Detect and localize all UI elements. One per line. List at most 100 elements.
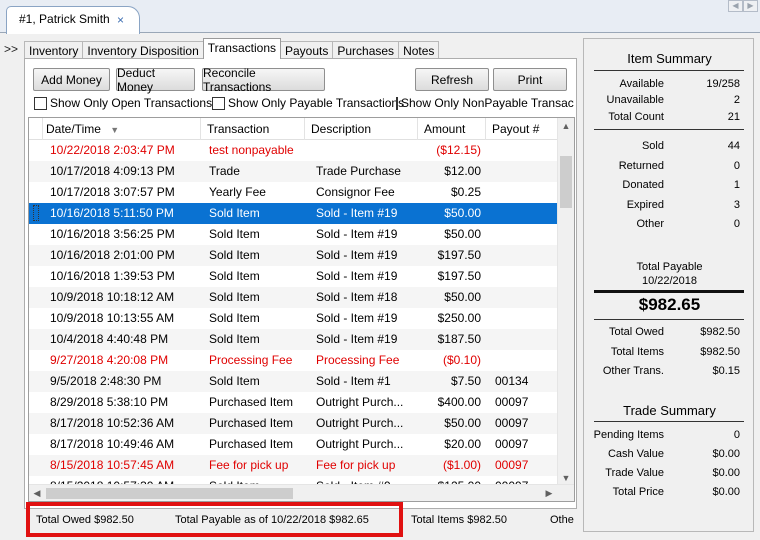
summary-value: $0.00 (712, 448, 740, 460)
cell-date-time: 9/27/2018 4:20:08 PM (50, 353, 169, 367)
scroll-right-icon[interactable]: ▶ (541, 485, 557, 501)
divider (594, 129, 744, 130)
tab-purchases[interactable]: Purchases (332, 41, 400, 59)
cell-amount: $0.25 (450, 185, 481, 199)
summary-label: Total Items (610, 346, 664, 358)
cell-transaction: Sold Item (209, 374, 260, 388)
filter-payable-transactions[interactable]: Show Only Payable Transactions (212, 96, 404, 110)
summary-label: Total Owed (608, 326, 664, 338)
document-tab-patrick-smith[interactable]: #1, Patrick Smith × (6, 6, 140, 34)
refresh-button[interactable]: Refresh (415, 68, 489, 91)
table-row[interactable]: 8/15/2018 10:57:45 AM Fee for pick up Fee … (29, 455, 557, 476)
deduct-money-button[interactable]: Deduct Money (116, 66, 195, 94)
cell-description: Fee for pick up (316, 458, 396, 472)
cell-description: Sold - Item #19 (316, 206, 398, 220)
row-indicator-header (29, 118, 43, 140)
transactions-grid[interactable]: Date/Time ▼ Transaction Description Amou… (28, 117, 575, 502)
column-date-time[interactable]: Date/Time ▼ (43, 118, 201, 140)
scroll-thumb[interactable] (46, 488, 293, 499)
summary-value: $0.00 (712, 486, 740, 498)
checkbox[interactable] (34, 96, 47, 110)
grid-header: Date/Time ▼ Transaction Description Amou… (29, 118, 557, 140)
close-icon[interactable]: × (117, 13, 124, 27)
cell-amount: $50.00 (444, 416, 481, 430)
column-payout-number[interactable]: Payout # (486, 118, 557, 140)
cell-date-time: 8/17/2018 10:52:36 AM (50, 416, 175, 430)
table-row[interactable]: 10/9/2018 10:13:55 AM Sold Item Sold - Ite… (29, 308, 557, 329)
cell-payout: 00097 (495, 395, 529, 409)
tab-inventory-disposition[interactable]: Inventory Disposition (82, 41, 204, 59)
table-row[interactable]: 10/4/2018 4:40:48 PM Sold Item Sold - Item… (29, 329, 557, 350)
filter-nonpayable-transactions[interactable]: Show Only NonPayable Transactio (396, 96, 574, 110)
checkbox[interactable] (212, 96, 225, 110)
scroll-left-icon[interactable]: ◀ (728, 0, 743, 12)
summary-label: Unavailable (606, 94, 664, 106)
column-transaction[interactable]: Transaction (201, 118, 305, 140)
column-amount[interactable]: Amount (418, 118, 486, 140)
cell-date-time: 10/22/2018 2:03:47 PM (50, 143, 175, 157)
summary-value: 1 (733, 179, 740, 191)
table-row[interactable]: 10/16/2018 3:56:25 PM Sold Item Sold - Ite… (29, 224, 557, 245)
cell-amount: $197.50 (437, 269, 481, 283)
summary-value: 0 (733, 160, 740, 172)
column-description[interactable]: Description (305, 118, 418, 140)
cell-transaction: Sold Item (209, 290, 260, 304)
cell-date-time: 8/29/2018 5:38:10 PM (50, 395, 169, 409)
cell-description: Sold - Item #19 (316, 269, 398, 283)
total-payable-date: 10/22/2018 (641, 275, 698, 287)
cell-description: Sold - Item #18 (316, 290, 398, 304)
table-row[interactable]: 8/29/2018 5:38:10 PM Purchased Item Outrig… (29, 392, 557, 413)
cell-transaction: Sold Item (209, 227, 260, 241)
filter-open-transactions[interactable]: Show Only Open Transactions (34, 96, 212, 110)
cell-transaction: Processing Fee (209, 353, 293, 367)
summary-value: $982.50 (700, 346, 740, 358)
scroll-thumb[interactable] (560, 156, 572, 208)
summary-label: Trade Value (605, 467, 664, 479)
cell-transaction: Fee for pick up (209, 458, 289, 472)
cell-amount: $50.00 (444, 206, 481, 220)
cell-date-time: 9/5/2018 2:48:30 PM (50, 374, 162, 388)
table-row[interactable]: 8/17/2018 10:52:36 AM Purchased Item Outri… (29, 413, 557, 434)
cell-date-time: 10/16/2018 1:39:53 PM (50, 269, 175, 283)
cell-amount: $50.00 (444, 227, 481, 241)
summary-value: 2 (733, 94, 740, 106)
cell-transaction: Yearly Fee (209, 185, 266, 199)
table-row[interactable]: 9/27/2018 4:20:08 PM Processing Fee Proces… (29, 350, 557, 371)
cell-transaction: test nonpayable (209, 143, 294, 157)
table-row[interactable]: 10/17/2018 4:09:13 PM Trade Trade Purchase… (29, 161, 557, 182)
add-money-button[interactable]: Add Money (33, 68, 110, 91)
tab-inventory[interactable]: Inventory (24, 41, 84, 59)
cell-amount: $7.50 (450, 374, 481, 388)
checkbox[interactable] (396, 96, 398, 110)
scroll-right-icon[interactable]: ▶ (743, 0, 758, 12)
section-tabs: Inventory Inventory Disposition Transact… (24, 38, 440, 59)
table-row[interactable]: 8/17/2018 10:49:46 AM Purchased Item Outri… (29, 434, 557, 455)
table-row[interactable]: 10/16/2018 5:11:50 PM Sold Item Sold - Ite… (29, 203, 557, 224)
table-row[interactable]: 10/17/2018 3:07:57 PM Yearly Fee Consignor… (29, 182, 557, 203)
tab-notes[interactable]: Notes (398, 41, 440, 59)
table-row[interactable]: 10/9/2018 10:18:12 AM Sold Item Sold - Ite… (29, 287, 557, 308)
reconcile-transactions-button[interactable]: Reconcile Transactions (202, 66, 325, 94)
cell-date-time: 10/16/2018 3:56:25 PM (50, 227, 175, 241)
print-button[interactable]: Print (493, 68, 567, 91)
cell-transaction: Sold Item (209, 248, 260, 262)
cell-description: Outright Purch... (316, 395, 404, 409)
cell-date-time: 10/4/2018 4:40:48 PM (50, 332, 169, 346)
scroll-left-icon[interactable]: ◀ (29, 485, 45, 501)
summary-value: 0 (733, 429, 740, 441)
vertical-scrollbar[interactable]: ▲ ▼ (557, 118, 574, 486)
table-row[interactable]: 9/5/2018 2:48:30 PM Sold Item Sold - Item … (29, 371, 557, 392)
cell-amount: $50.00 (444, 290, 481, 304)
expand-sidebar-button[interactable]: >> (4, 42, 18, 56)
cell-transaction: Purchased Item (209, 437, 294, 451)
table-row[interactable]: 10/16/2018 2:01:00 PM Sold Item Sold - Ite… (29, 245, 557, 266)
tab-payouts[interactable]: Payouts (280, 41, 334, 59)
tab-transactions[interactable]: Transactions (202, 38, 281, 59)
cell-transaction: Sold Item (209, 311, 260, 325)
cell-date-time: 8/17/2018 10:49:46 AM (50, 437, 175, 451)
table-row[interactable]: 10/22/2018 2:03:47 PM test nonpayable ($12… (29, 140, 557, 161)
scroll-up-icon[interactable]: ▲ (558, 118, 574, 134)
cell-amount: $20.00 (444, 437, 481, 451)
table-row[interactable]: 10/16/2018 1:39:53 PM Sold Item Sold - Ite… (29, 266, 557, 287)
horizontal-scrollbar[interactable]: ◀ ▶ (29, 484, 574, 501)
